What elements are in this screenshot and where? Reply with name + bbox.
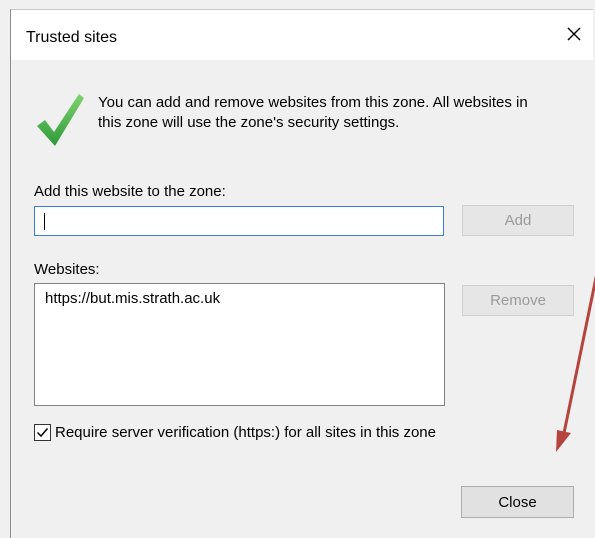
info-line-1: You can add and remove websites from thi… — [98, 94, 528, 111]
close-icon[interactable] — [563, 23, 585, 45]
dialog-title: Trusted sites — [26, 29, 117, 46]
add-button-label: Add — [504, 212, 532, 229]
trusted-sites-dialog: Trusted sites You can add and remove web… — [10, 9, 593, 538]
require-https-checkbox[interactable] — [34, 424, 51, 441]
text-caret — [44, 213, 45, 230]
title-bar: Trusted sites — [11, 10, 593, 60]
checkmark-icon — [35, 92, 85, 148]
remove-button-label: Remove — [490, 292, 546, 309]
require-https-label[interactable]: Require server verification (https:) for… — [55, 424, 436, 441]
info-line-2: this zone will use the zone's security s… — [98, 114, 400, 131]
zone-info-text: You can add and remove websites from thi… — [98, 93, 588, 133]
close-button-label: Close — [498, 493, 537, 511]
remove-button[interactable]: Remove — [462, 285, 574, 316]
add-website-label: Add this website to the zone: — [34, 183, 226, 200]
checkbox-check-icon — [36, 428, 49, 438]
close-button[interactable]: Close — [461, 486, 574, 518]
websites-listbox[interactable]: https://but.mis.strath.ac.uk — [34, 283, 445, 406]
add-button[interactable]: Add — [462, 205, 574, 236]
add-website-input[interactable] — [34, 206, 444, 236]
websites-label: Websites: — [34, 261, 100, 278]
website-list-item[interactable]: https://but.mis.strath.ac.uk — [45, 290, 220, 307]
